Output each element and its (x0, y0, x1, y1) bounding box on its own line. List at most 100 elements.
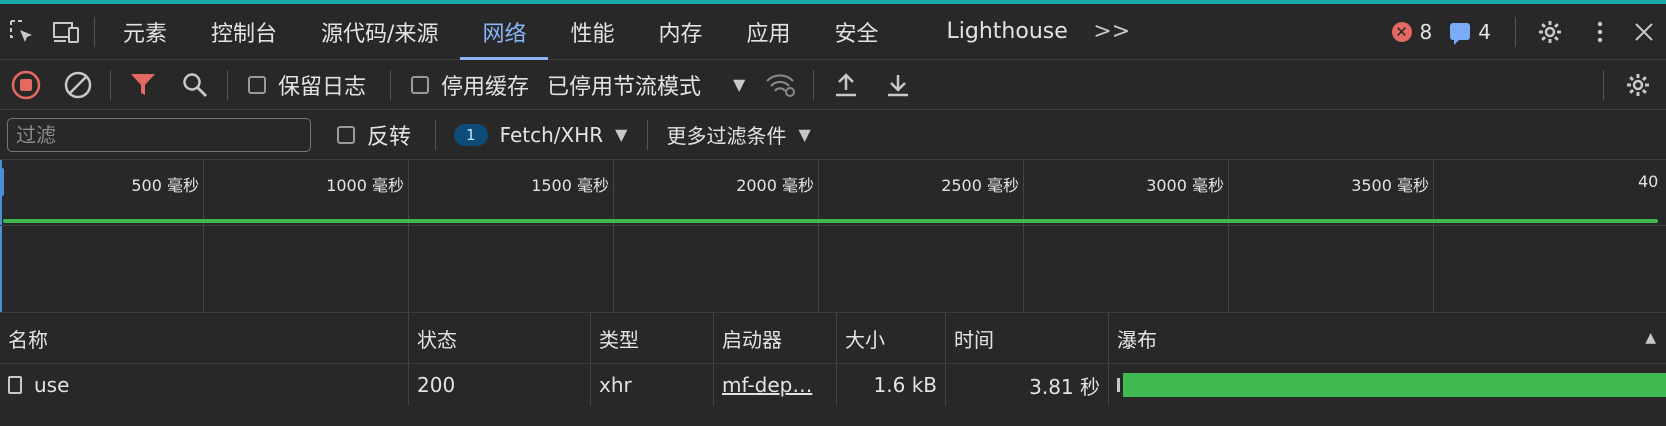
message-count: 4 (1478, 19, 1491, 44)
message-counter[interactable]: 4 (1450, 19, 1491, 45)
throttling-value: 已停用节流模式 (547, 74, 702, 100)
error-icon: ✕ (1391, 21, 1412, 42)
timeline-tick-label: 3000 毫秒 (1146, 176, 1224, 195)
throttling-select[interactable]: 已停用节流模式 ▼ (547, 69, 745, 101)
inspect-element-icon[interactable] (0, 4, 44, 60)
filter-bar: 反转 1 Fetch/XHR ▼ 更多过滤条件 ▼ (0, 110, 1666, 160)
chevron-down-icon: ▼ (733, 75, 746, 94)
timeline-gridline (613, 160, 614, 312)
invert-checkbox[interactable] (337, 125, 355, 144)
preserve-log-checkbox[interactable] (248, 75, 266, 94)
tab-network[interactable]: 网络 (460, 4, 549, 60)
more-options-icon[interactable] (1578, 4, 1622, 60)
timeline-tick-label: 500 毫秒 (131, 176, 199, 195)
network-settings-gear-icon[interactable] (1610, 60, 1666, 110)
resource-type-filter-select[interactable]: 1 Fetch/XHR ▼ (454, 123, 627, 147)
timeline-gridline (1228, 160, 1229, 312)
device-toolbar-icon[interactable] (44, 4, 88, 60)
more-tabs-icon[interactable]: >> (1090, 4, 1134, 60)
search-icon[interactable] (169, 60, 221, 110)
filter-funnel-icon[interactable] (117, 60, 169, 110)
timeline-gridline (1433, 160, 1434, 312)
request-status-cell: 200 (417, 373, 456, 397)
sort-ascending-icon: ▲ (1645, 330, 1656, 346)
tab-security[interactable]: 安全 (813, 4, 901, 60)
chevron-down-icon: ▼ (615, 125, 628, 144)
chevron-down-icon: ▼ (798, 125, 811, 144)
toolbar-separator (1603, 69, 1604, 100)
tab-lighthouse[interactable]: Lighthouse (925, 4, 1090, 60)
timeline-gridline (203, 160, 204, 312)
toolbar-separator (227, 69, 228, 100)
network-conditions-icon[interactable] (755, 60, 807, 110)
toolbar-separator (110, 69, 111, 100)
tab-performance[interactable]: 性能 (548, 4, 636, 60)
column-header-size[interactable]: 大小 (837, 313, 945, 363)
timeline-tick-label: 2000 毫秒 (736, 176, 814, 195)
timeline-gridline (818, 160, 819, 312)
record-stop-icon[interactable] (0, 60, 52, 110)
request-time-cell: 3.81 秒 (1029, 374, 1100, 399)
waterfall-bar[interactable] (1123, 373, 1666, 397)
settings-gear-icon[interactable] (1522, 4, 1578, 60)
column-separator (1108, 364, 1109, 406)
resource-type-label: Fetch/XHR (499, 122, 604, 147)
request-name: use (34, 373, 70, 397)
toolbar-separator (94, 16, 95, 47)
column-header-status[interactable]: 状态 (409, 313, 590, 363)
more-filters-select[interactable]: 更多过滤条件 ▼ (666, 120, 810, 149)
devtools-tab-bar: 元素 控制台 源代码/来源 网络 性能 内存 应用 安全 Lighthouse … (0, 4, 1666, 60)
column-header-time[interactable]: 时间 (946, 313, 1108, 363)
request-type-cell: xhr (599, 373, 632, 397)
timeline-gridline (408, 160, 409, 312)
timeline-tick-label: 1000 毫秒 (326, 176, 404, 195)
message-icon (1450, 23, 1471, 45)
export-har-download-icon[interactable] (872, 60, 924, 110)
error-counter[interactable]: ✕ 8 (1391, 20, 1432, 44)
column-header-name[interactable]: 名称 (0, 313, 408, 363)
filter-count-badge: 1 (454, 123, 488, 146)
status-cluster: ✕ 8 4 (1391, 4, 1666, 60)
document-icon (8, 376, 22, 394)
toolbar-separator (647, 119, 649, 150)
filter-input[interactable] (7, 117, 311, 152)
request-initiator-link[interactable]: mf-dep… (714, 364, 836, 406)
request-name-cell[interactable]: use (0, 364, 408, 406)
tab-memory[interactable]: 内存 (636, 4, 724, 60)
overview-divider (0, 225, 1666, 226)
invert-label: 反转 (367, 124, 412, 150)
tab-console[interactable]: 控制台 (189, 4, 299, 60)
request-table-header: 名称 状态 类型 启动器 大小 时间 瀑布 ▲ (0, 313, 1666, 364)
preserve-log-toggle[interactable]: 保留日志 (248, 69, 384, 101)
clear-icon[interactable] (52, 60, 104, 110)
timeline-tick-label: 40 (1638, 172, 1659, 191)
overview-window-left-handle[interactable] (0, 168, 4, 196)
tab-application[interactable]: 应用 (725, 4, 813, 60)
toolbar-separator (813, 69, 815, 100)
tab-sources[interactable]: 源代码/来源 (299, 4, 460, 60)
tab-elements[interactable]: 元素 (101, 4, 189, 60)
request-size-cell: 1.6 kB (873, 373, 937, 397)
table-row[interactable]: use 200 xhr mf-dep… 1.6 kB 3.81 秒 (0, 364, 1666, 406)
close-icon[interactable] (1622, 4, 1666, 60)
column-header-waterfall[interactable]: 瀑布 ▲ (1109, 313, 1666, 363)
waterfall-header-label: 瀑布 (1117, 327, 1157, 352)
disable-cache-checkbox[interactable] (411, 75, 430, 94)
request-overview-bar (3, 219, 1658, 223)
timeline-tick-label: 3500 毫秒 (1351, 176, 1429, 195)
column-header-initiator[interactable]: 启动器 (714, 313, 836, 363)
column-header-type[interactable]: 类型 (591, 313, 713, 363)
import-har-upload-icon[interactable] (820, 60, 872, 110)
preserve-log-label: 保留日志 (278, 74, 367, 100)
network-toolbar: 保留日志 停用缓存 已停用节流模式 ▼ (0, 60, 1666, 110)
toolbar-right (1597, 60, 1666, 110)
timeline-tick-label: 1500 毫秒 (531, 176, 609, 195)
disable-cache-toggle[interactable]: 停用缓存 (411, 69, 547, 101)
invert-toggle[interactable]: 反转 (337, 119, 429, 151)
toolbar-separator (435, 119, 437, 150)
network-overview-timeline[interactable]: 500 毫秒 1000 毫秒 1500 毫秒 2000 毫秒 2500 毫秒 3… (0, 160, 1666, 313)
disable-cache-label: 停用缓存 (441, 74, 530, 100)
toolbar-separator (1515, 16, 1516, 47)
timeline-tick-label: 2500 毫秒 (941, 176, 1019, 195)
timeline-gridline (1023, 160, 1024, 312)
